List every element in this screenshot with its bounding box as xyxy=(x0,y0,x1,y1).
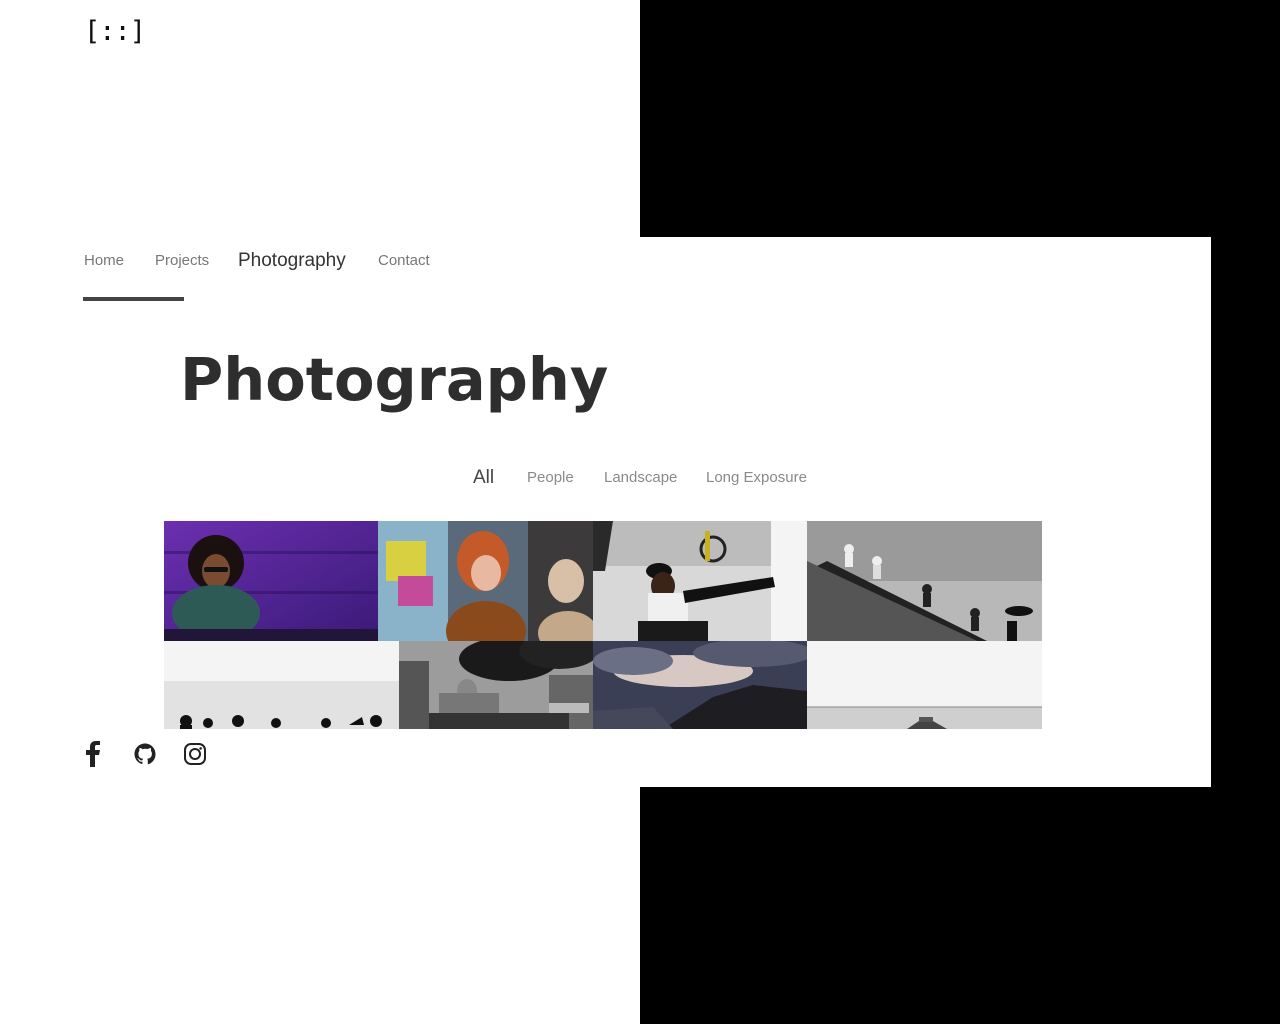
photo-city-street-cathedral-bw[interactable] xyxy=(399,641,593,729)
filter-long-exposure[interactable]: Long Exposure xyxy=(706,469,807,486)
nav-photography[interactable]: Photography xyxy=(238,250,346,272)
nav-active-indicator xyxy=(83,297,184,301)
photo-gallery xyxy=(164,521,1042,729)
nav-projects[interactable]: Projects xyxy=(155,252,209,269)
facebook-icon[interactable] xyxy=(86,741,100,767)
nav-contact[interactable]: Contact xyxy=(378,252,430,269)
photo-silhouettes-beach-bw[interactable] xyxy=(164,641,399,729)
photo-woman-purple-wall[interactable] xyxy=(164,521,378,641)
filter-all[interactable]: All xyxy=(473,467,494,489)
photo-man-stretching-bike[interactable] xyxy=(593,521,807,641)
filter-landscape[interactable]: Landscape xyxy=(604,469,677,486)
photo-women-laughing-graffiti[interactable] xyxy=(378,521,593,641)
filter-people[interactable]: People xyxy=(527,469,574,486)
photo-cloudy-cliffs[interactable] xyxy=(593,641,807,729)
photo-people-on-stairs-bw[interactable] xyxy=(807,521,1042,641)
photo-pier-sea-bw[interactable] xyxy=(807,641,1042,729)
github-icon[interactable] xyxy=(134,741,156,767)
site-logo[interactable]: [::] xyxy=(84,16,146,47)
nav-home[interactable]: Home xyxy=(84,252,124,269)
gallery-filters: All People Landscape Long Exposure xyxy=(0,467,1280,493)
page-title: Photography xyxy=(180,345,609,414)
instagram-icon[interactable] xyxy=(184,741,206,767)
